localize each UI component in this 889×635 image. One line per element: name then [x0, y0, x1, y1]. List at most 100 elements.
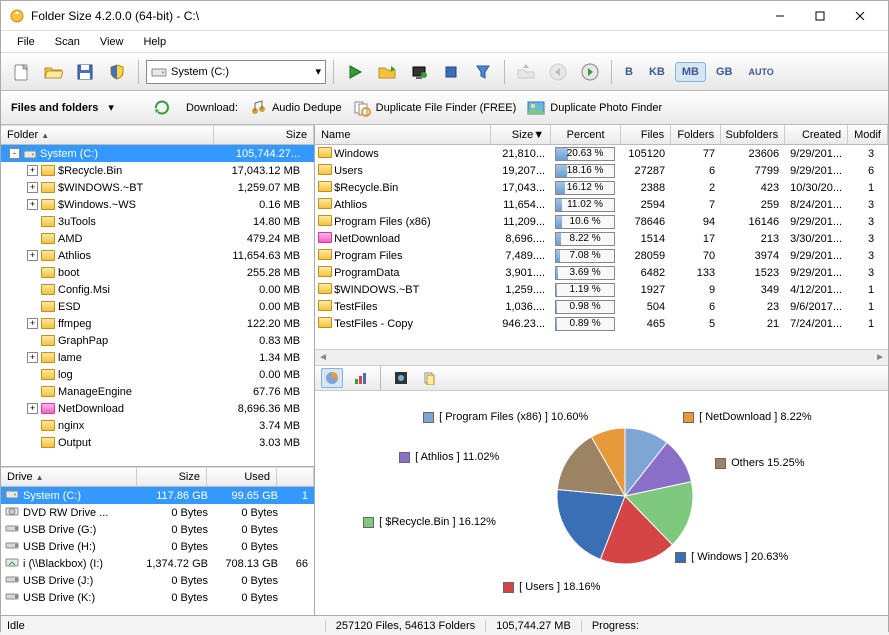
list-header-modified[interactable]: Modif	[848, 125, 888, 144]
stop-button[interactable]	[437, 58, 465, 86]
list-row[interactable]: TestFiles - Copy946.23...0.89 %4655217/2…	[315, 315, 888, 332]
scan-folder-button[interactable]	[373, 58, 401, 86]
tree-row[interactable]: +ffmpeg122.20 MB	[1, 315, 314, 332]
list-header-name[interactable]: Name	[315, 125, 491, 144]
audio-dedupe-link[interactable]: Audio Dedupe	[248, 99, 342, 117]
list-item-files: 2388	[619, 182, 669, 194]
drive-row[interactable]: USB Drive (K:)0 Bytes0 Bytes	[1, 589, 314, 606]
tree-header-folder[interactable]: Folder▲	[1, 126, 214, 144]
shield-button[interactable]	[103, 58, 131, 86]
drive-header-drive[interactable]: Drive▲	[1, 468, 137, 486]
tree-row[interactable]: Config.Msi0.00 MB	[1, 281, 314, 298]
drive-header-used[interactable]: Used	[207, 468, 277, 486]
list-item-folders: 2	[669, 182, 719, 194]
list-row[interactable]: Program Files (x86)11,209...10.6 %786469…	[315, 213, 888, 230]
list-header-files[interactable]: Files	[621, 125, 671, 144]
up-button[interactable]	[512, 58, 540, 86]
size-mb-button[interactable]: MB	[675, 62, 706, 82]
list-row[interactable]: Program Files7,489....7.08 %280597039749…	[315, 247, 888, 264]
size-auto-button[interactable]: AUTO	[742, 64, 779, 80]
drive-row[interactable]: DVD RW Drive ...0 Bytes0 Bytes	[1, 504, 314, 521]
collapse-icon[interactable]: -	[9, 148, 20, 159]
file-list[interactable]: Name Size▼ Percent Files Folders Subfold…	[315, 125, 888, 349]
list-row[interactable]: Windows21,810...20.63 %10512077236069/29…	[315, 145, 888, 162]
tree-row[interactable]: +$WINDOWS.~BT1,259.07 MB	[1, 179, 314, 196]
close-button[interactable]	[840, 2, 880, 30]
menu-help[interactable]: Help	[133, 34, 176, 50]
size-gb-button[interactable]: GB	[710, 63, 739, 81]
network-button[interactable]	[405, 58, 433, 86]
drive-row[interactable]: i (\\Blackbox) (I:)1,374.72 GB708.13 GB6…	[1, 555, 314, 572]
refresh-button[interactable]	[148, 94, 176, 122]
bar-chart-tab[interactable]	[349, 368, 371, 388]
size-kb-button[interactable]: KB	[643, 63, 671, 81]
pie-chart-tab[interactable]	[321, 368, 343, 388]
tree-row[interactable]: Output3.03 MB	[1, 434, 314, 451]
dupe-file-link[interactable]: Duplicate File Finder (FREE)	[352, 99, 517, 117]
tree-row[interactable]: +Athlios11,654.63 MB	[1, 247, 314, 264]
tree-row[interactable]: GraphPap0.83 MB	[1, 332, 314, 349]
dropdown-arrow-icon[interactable]: ▾	[108, 101, 114, 114]
drive-row[interactable]: System (C:)117.86 GB99.65 GB1	[1, 487, 314, 504]
menu-view[interactable]: View	[90, 34, 134, 50]
list-row[interactable]: NetDownload8,696....8.22 %1514172133/30/…	[315, 230, 888, 247]
tree-row[interactable]: +lame1.34 MB	[1, 349, 314, 366]
play-button[interactable]	[341, 58, 369, 86]
list-row[interactable]: Athlios11,654...11.02 %259472598/24/201.…	[315, 196, 888, 213]
menu-file[interactable]: File	[7, 34, 45, 50]
maximize-button[interactable]	[800, 2, 840, 30]
save-button[interactable]	[71, 58, 99, 86]
tree-row[interactable]: 3uTools14.80 MB	[1, 213, 314, 230]
tree-row[interactable]: ManageEngine67.76 MB	[1, 383, 314, 400]
open-button[interactable]	[39, 58, 67, 86]
tree-row[interactable]: +$Recycle.Bin17,043.12 MB	[1, 162, 314, 179]
folder-tree[interactable]: -System (C:)105,744.27...+$Recycle.Bin17…	[1, 145, 314, 466]
tree-row[interactable]: -System (C:)105,744.27...	[1, 145, 314, 162]
forward-button[interactable]	[576, 58, 604, 86]
list-header-subfolders[interactable]: Subfolders	[721, 125, 785, 144]
expand-icon[interactable]: +	[27, 403, 38, 414]
dupe-photo-link[interactable]: Duplicate Photo Finder	[526, 99, 662, 117]
list-header-created[interactable]: Created	[785, 125, 848, 144]
horizontal-scrollbar[interactable]: ◄►	[315, 349, 888, 365]
new-button[interactable]	[7, 58, 35, 86]
expand-icon[interactable]: +	[27, 182, 38, 193]
expand-icon[interactable]: +	[27, 199, 38, 210]
list-row[interactable]: $WINDOWS.~BT1,259....1.19 %192793494/12/…	[315, 281, 888, 298]
tree-row[interactable]: +NetDownload8,696.36 MB	[1, 400, 314, 417]
minimize-button[interactable]	[760, 2, 800, 30]
drive-combo[interactable]: System (C:) ▾	[146, 60, 326, 84]
drive-row[interactable]: USB Drive (J:)0 Bytes0 Bytes	[1, 572, 314, 589]
list-row[interactable]: ProgramData3,901....3.69 %648213315239/2…	[315, 264, 888, 281]
menu-scan[interactable]: Scan	[45, 34, 90, 50]
list-row[interactable]: $Recycle.Bin17,043...16.12 %2388242310/3…	[315, 179, 888, 196]
details-tab[interactable]	[390, 368, 412, 388]
files-tab[interactable]	[418, 368, 440, 388]
tree-row[interactable]: nginx3.74 MB	[1, 417, 314, 434]
list-row[interactable]: TestFiles1,036....0.98 %5046239/6/2017..…	[315, 298, 888, 315]
tree-header-size[interactable]: Size	[214, 126, 314, 144]
expand-icon[interactable]: +	[27, 318, 38, 329]
expand-icon[interactable]: +	[27, 352, 38, 363]
list-header-folders[interactable]: Folders	[671, 125, 721, 144]
drive-row[interactable]: USB Drive (H:)0 Bytes0 Bytes	[1, 538, 314, 555]
drive-row[interactable]: USB Drive (G:)0 Bytes0 Bytes	[1, 521, 314, 538]
size-b-button[interactable]: B	[619, 63, 639, 81]
tree-row[interactable]: +$Windows.~WS0.16 MB	[1, 196, 314, 213]
back-button[interactable]	[544, 58, 572, 86]
tree-item-size: 0.00 MB	[217, 301, 312, 313]
list-row[interactable]: Users19,207...18.16 %27287677999/29/201.…	[315, 162, 888, 179]
filter-button[interactable]	[469, 58, 497, 86]
tree-row[interactable]: AMD479.24 MB	[1, 230, 314, 247]
drive-combo-label: System (C:)	[171, 66, 229, 78]
list-header-size[interactable]: Size▼	[491, 125, 551, 144]
folder-icon	[315, 300, 331, 314]
expand-icon[interactable]: +	[27, 250, 38, 261]
tree-row[interactable]: log0.00 MB	[1, 366, 314, 383]
tree-row[interactable]: ESD0.00 MB	[1, 298, 314, 315]
expand-icon[interactable]: +	[27, 165, 38, 176]
tree-row[interactable]: boot255.28 MB	[1, 264, 314, 281]
drive-list[interactable]: System (C:)117.86 GB99.65 GB1DVD RW Driv…	[1, 487, 314, 615]
list-header-percent[interactable]: Percent	[551, 125, 621, 144]
drive-header-size[interactable]: Size	[137, 468, 207, 486]
